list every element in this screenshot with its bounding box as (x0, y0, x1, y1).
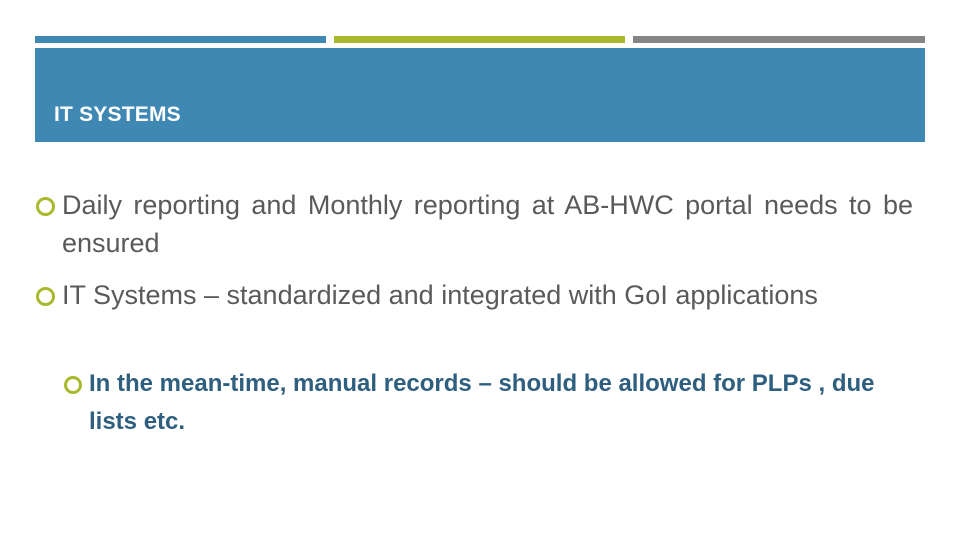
accent-bar-blue (35, 36, 326, 43)
circle-bullet-icon (64, 376, 82, 394)
sub-bullet-text: In the mean-time, manual records – shoul… (89, 370, 875, 435)
sub-bullet-item: In the mean-time, manual records – shoul… (64, 365, 914, 441)
bullet-item: Daily reporting and Monthly reporting at… (36, 186, 913, 262)
circle-bullet-icon (36, 197, 55, 216)
bullet-text: Daily reporting and Monthly reporting at… (62, 190, 913, 258)
slide-title: IT SYSTEMS (54, 103, 181, 126)
bullet-text: IT Systems – standardized and integrated… (62, 280, 818, 310)
title-banner: IT SYSTEMS (35, 48, 925, 142)
bullet-item: IT Systems – standardized and integrated… (36, 276, 913, 314)
accent-bar-green (334, 36, 625, 43)
circle-bullet-icon (36, 287, 55, 306)
accent-bar-gray (633, 36, 925, 43)
